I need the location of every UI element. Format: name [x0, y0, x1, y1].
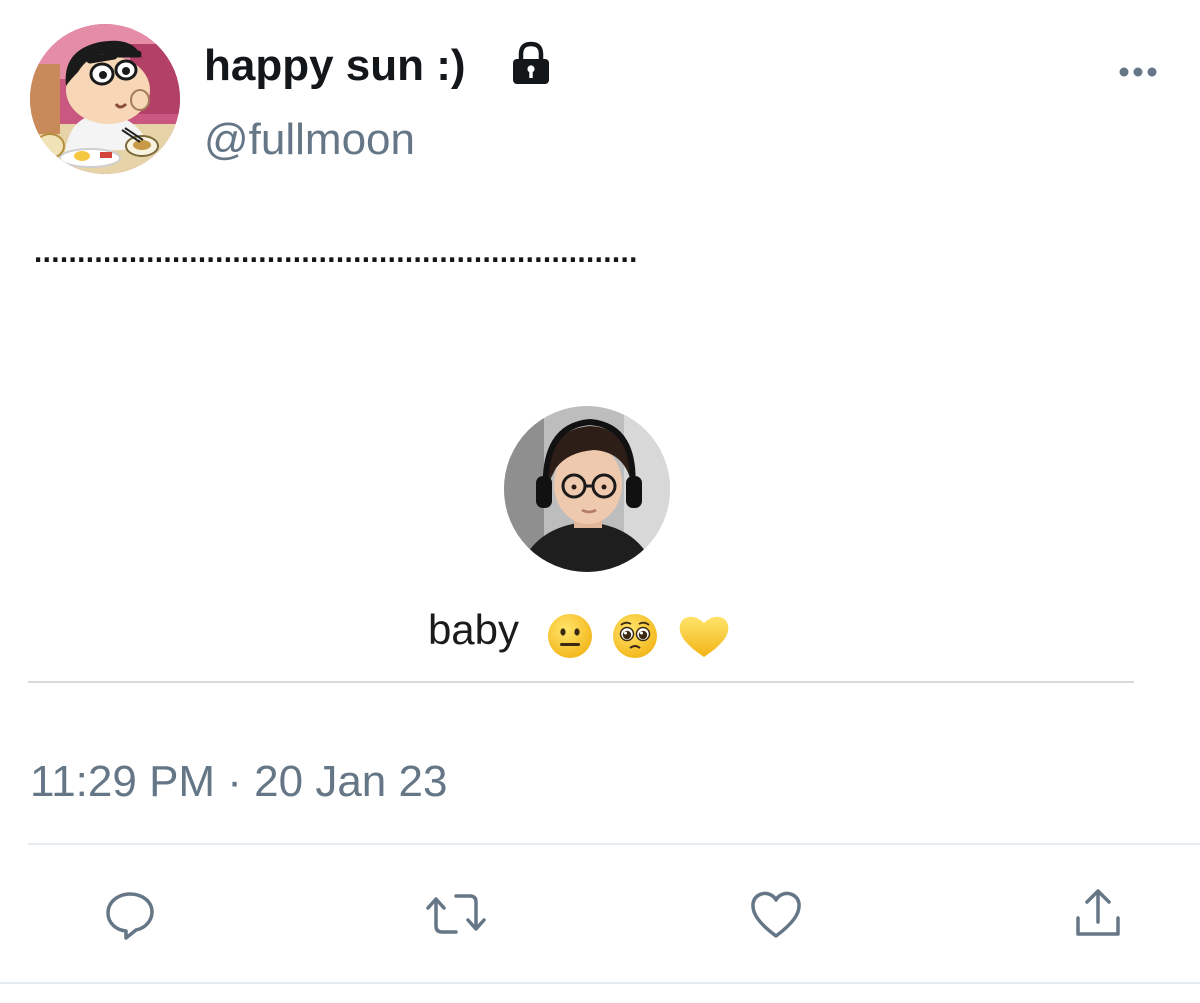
- more-icon[interactable]: [1116, 60, 1160, 84]
- display-name[interactable]: happy sun :): [204, 40, 466, 92]
- retweet-icon: [426, 894, 486, 934]
- tweet-detail: happy sun :) @fullmoon .................…: [0, 0, 1200, 1003]
- neutral-face-emoji: [547, 613, 592, 658]
- retweet-button[interactable]: [424, 886, 486, 942]
- reply-icon: [106, 892, 154, 940]
- user-handle[interactable]: @fullmoon: [204, 114, 415, 166]
- person-photo: [504, 406, 670, 572]
- yellow-heart-emoji: [679, 616, 729, 657]
- share-icon: [1076, 889, 1120, 936]
- heart-icon: [751, 891, 801, 938]
- lock-icon: [508, 40, 554, 86]
- profile-avatar[interactable]: [30, 24, 180, 174]
- bottom-divider: [0, 982, 1200, 984]
- media-divider: [28, 681, 1134, 683]
- avatar-illustration: [30, 24, 180, 174]
- pleading-face-emoji: [613, 613, 658, 658]
- media-photo[interactable]: [504, 406, 670, 572]
- tweet-text: ........................................…: [32, 228, 639, 268]
- tweet-timestamp[interactable]: 11:29 PM · 20 Jan 23: [30, 756, 447, 808]
- like-button[interactable]: [748, 886, 804, 942]
- reply-button[interactable]: [102, 886, 158, 942]
- actions-divider: [28, 843, 1200, 845]
- caption-text: baby: [427, 606, 520, 653]
- media-caption: baby: [0, 602, 1160, 661]
- share-button[interactable]: [1070, 886, 1126, 942]
- emoji-row: [541, 605, 732, 661]
